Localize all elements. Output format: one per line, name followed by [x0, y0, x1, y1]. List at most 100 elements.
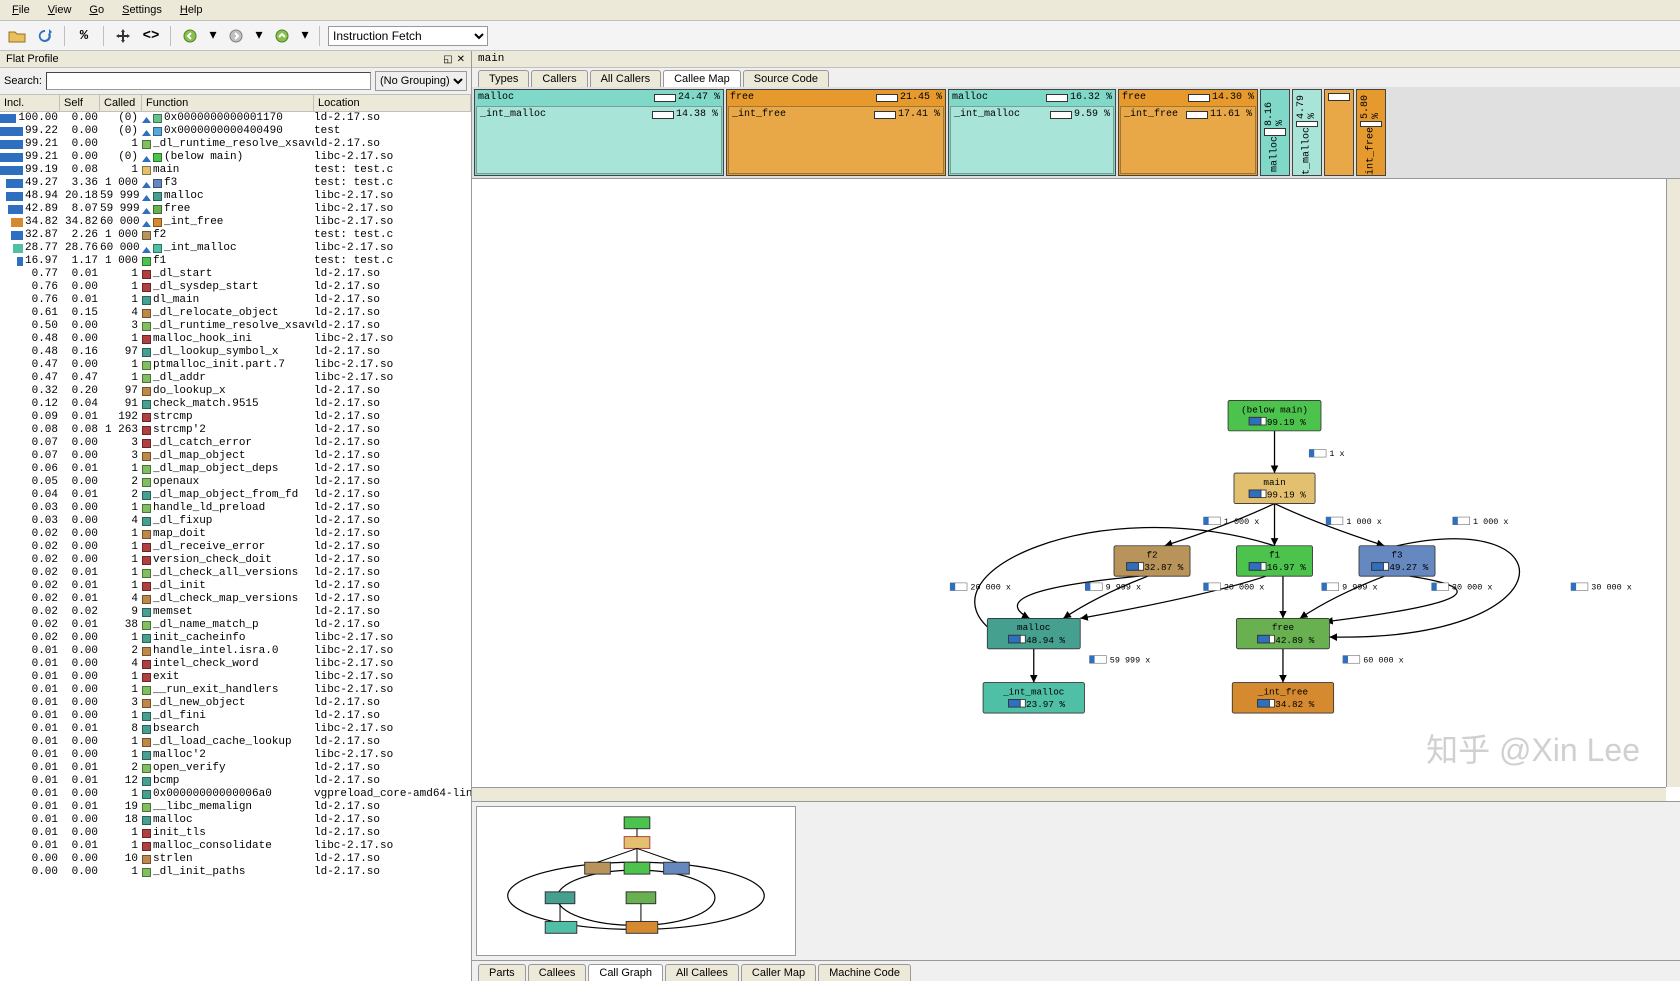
tab-parts[interactable]: Parts — [478, 964, 526, 981]
table-row[interactable]: 0.020.001_dl_receive_errorld-2.17.so — [0, 541, 471, 554]
scrollbar-horizontal[interactable] — [472, 787, 1666, 801]
menu-file[interactable]: File — [4, 2, 38, 18]
table-row[interactable]: 0.080.081 263strcmp'2ld-2.17.so — [0, 424, 471, 437]
table-row[interactable]: 34.8234.8260 000_int_freelibc-2.17.so — [0, 216, 471, 229]
menu-settings[interactable]: Settings — [114, 2, 170, 18]
up-icon[interactable] — [271, 25, 293, 47]
table-row[interactable]: 0.010.001_dl_finild-2.17.so — [0, 710, 471, 723]
col-self[interactable]: Self — [60, 95, 100, 111]
menu-view[interactable]: View — [40, 2, 80, 18]
treemap-cell[interactable]: _int_free5.80 % — [1356, 89, 1386, 176]
table-row[interactable]: 100.000.00(0)0x0000000000001170ld-2.17.s… — [0, 112, 471, 125]
table-row[interactable]: 0.010.0119__libc_memalignld-2.17.so — [0, 801, 471, 814]
table-row[interactable]: 0.040.012_dl_map_object_from_fdld-2.17.s… — [0, 489, 471, 502]
table-row[interactable]: 42.898.0759 999freelibc-2.17.so — [0, 203, 471, 216]
col-func[interactable]: Function — [142, 95, 314, 111]
graph-node-intf[interactable]: _int_free34.82 % — [1232, 683, 1333, 713]
table-row[interactable]: 0.010.001init_tlsld-2.17.so — [0, 827, 471, 840]
back-icon[interactable] — [179, 25, 201, 47]
treemap-cell[interactable]: free14.30 %_int_free11.61 % — [1118, 89, 1258, 176]
treemap-cell[interactable]: malloc16.32 %_int_malloc9.59 % — [948, 89, 1116, 176]
table-row[interactable]: 0.010.0018mallocld-2.17.so — [0, 814, 471, 827]
back-dropdown-icon[interactable]: ▾ — [207, 25, 219, 47]
tab-callee-map[interactable]: Callee Map — [663, 70, 741, 87]
graph-node-f1[interactable]: f116.97 % — [1237, 546, 1313, 576]
table-row[interactable]: 0.120.0491check_match.9515ld-2.17.so — [0, 398, 471, 411]
table-row[interactable]: 0.480.1697_dl_lookup_symbol_xld-2.17.so — [0, 346, 471, 359]
table-row[interactable]: 0.020.0138_dl_name_match_pld-2.17.so — [0, 619, 471, 632]
treemap-cell[interactable] — [1324, 89, 1354, 176]
table-row[interactable]: 0.050.002openauxld-2.17.so — [0, 476, 471, 489]
undock-icon[interactable]: ◱ — [443, 54, 452, 65]
table-row[interactable]: 0.760.011dl_mainld-2.17.so — [0, 294, 471, 307]
table-row[interactable]: 0.070.003_dl_map_objectld-2.17.so — [0, 450, 471, 463]
scrollbar-vertical[interactable] — [1666, 179, 1680, 787]
tab-caller-map[interactable]: Caller Map — [741, 964, 816, 981]
graph-node-malloc[interactable]: malloc48.94 % — [987, 618, 1080, 648]
search-input[interactable] — [46, 72, 371, 90]
table-row[interactable]: 0.010.003_dl_new_objectld-2.17.so — [0, 697, 471, 710]
table-row[interactable]: 0.070.003_dl_catch_errorld-2.17.so — [0, 437, 471, 450]
close-pane-icon[interactable]: ✕ — [457, 54, 465, 65]
move-icon[interactable] — [112, 25, 134, 47]
forward-dropdown-icon[interactable]: ▾ — [253, 25, 265, 47]
table-body[interactable]: 100.000.00(0)0x0000000000001170ld-2.17.s… — [0, 112, 471, 981]
table-row[interactable]: 16.971.171 000f1test: test.c — [0, 255, 471, 268]
table-row[interactable]: 0.010.004intel_check_wordlibc-2.17.so — [0, 658, 471, 671]
table-row[interactable]: 99.210.001_dl_runtime_resolve_xsaveld-2.… — [0, 138, 471, 151]
table-row[interactable]: 0.470.001ptmalloc_init.part.7libc-2.17.s… — [0, 359, 471, 372]
table-row[interactable]: 0.010.018bsearchlibc-2.17.so — [0, 723, 471, 736]
tab-callees[interactable]: Callees — [528, 964, 587, 981]
grouping-combo[interactable]: (No Grouping) — [375, 71, 467, 91]
graph-node-intm[interactable]: _int_malloc23.97 % — [983, 683, 1084, 713]
table-row[interactable]: 0.020.001version_check_doitld-2.17.so — [0, 554, 471, 567]
menu-help[interactable]: Help — [172, 2, 211, 18]
table-row[interactable]: 28.7728.7660 000_int_malloclibc-2.17.so — [0, 242, 471, 255]
table-row[interactable]: 0.010.002handle_intel.isra.0libc-2.17.so — [0, 645, 471, 658]
tab-all-callers[interactable]: All Callers — [590, 70, 662, 87]
tab-callers[interactable]: Callers — [531, 70, 587, 87]
table-row[interactable]: 99.220.00(0)0x0000000000400490test — [0, 125, 471, 138]
table-row[interactable]: 0.030.001handle_ld_preloadld-2.17.so — [0, 502, 471, 515]
call-graph-area[interactable]: (below main)99.19 % main99.19 % f232.87 % f… — [472, 179, 1680, 802]
table-row[interactable]: 0.060.011_dl_map_object_depsld-2.17.so — [0, 463, 471, 476]
table-row[interactable]: 0.020.001init_cacheinfolibc-2.17.so — [0, 632, 471, 645]
table-row[interactable]: 0.320.2097do_lookup_xld-2.17.so — [0, 385, 471, 398]
table-row[interactable]: 0.010.001__run_exit_handlerslibc-2.17.so — [0, 684, 471, 697]
table-row[interactable]: 0.010.0010x00000000000006a0vgpreload_cor… — [0, 788, 471, 801]
table-row[interactable]: 0.610.154_dl_relocate_objectld-2.17.so — [0, 307, 471, 320]
table-row[interactable]: 0.010.0112bcmpld-2.17.so — [0, 775, 471, 788]
reload-icon[interactable] — [34, 25, 56, 47]
table-row[interactable]: 0.020.029memsetld-2.17.so — [0, 606, 471, 619]
table-row[interactable]: 0.000.0010strlenld-2.17.so — [0, 853, 471, 866]
table-row[interactable]: 99.210.00(0)(below main)libc-2.17.so — [0, 151, 471, 164]
table-row[interactable]: 0.470.471_dl_addrlibc-2.17.so — [0, 372, 471, 385]
col-incl[interactable]: Incl. — [0, 95, 60, 111]
open-icon[interactable] — [6, 25, 28, 47]
table-row[interactable]: 0.020.014_dl_check_map_versionsld-2.17.s… — [0, 593, 471, 606]
graph-node-bm[interactable]: (below main)99.19 % — [1228, 400, 1321, 430]
forward-icon[interactable] — [225, 25, 247, 47]
treemap-cell[interactable]: free21.45 %_int_free17.41 % — [726, 89, 946, 176]
graph-node-free[interactable]: free42.89 % — [1237, 618, 1330, 648]
up-dropdown-icon[interactable]: ▾ — [299, 25, 311, 47]
minimap[interactable] — [476, 806, 796, 956]
graph-node-f2[interactable]: f232.87 % — [1114, 546, 1190, 576]
callee-map[interactable]: malloc24.47 %_int_malloc14.38 %free21.45… — [472, 87, 1680, 179]
col-called[interactable]: Called — [100, 95, 142, 111]
tag-icon[interactable]: <> — [140, 25, 162, 47]
table-row[interactable]: 0.020.011_dl_initld-2.17.so — [0, 580, 471, 593]
col-loc[interactable]: Location — [314, 95, 471, 111]
menu-go[interactable]: Go — [81, 2, 112, 18]
treemap-cell[interactable]: malloc8.16 % — [1260, 89, 1290, 176]
table-row[interactable]: 0.010.001malloc'2libc-2.17.so — [0, 749, 471, 762]
graph-node-main[interactable]: main99.19 % — [1234, 473, 1315, 503]
table-row[interactable]: 32.872.261 000f2test: test.c — [0, 229, 471, 242]
table-row[interactable]: 0.480.001malloc_hook_inilibc-2.17.so — [0, 333, 471, 346]
percent-icon[interactable]: % — [73, 25, 95, 47]
table-row[interactable]: 0.000.001_dl_init_pathsld-2.17.so — [0, 866, 471, 879]
table-row[interactable]: 0.020.001map_doitld-2.17.so — [0, 528, 471, 541]
tab-call-graph[interactable]: Call Graph — [588, 964, 663, 981]
table-row[interactable]: 0.030.004_dl_fixupld-2.17.so — [0, 515, 471, 528]
table-row[interactable]: 0.010.001exitlibc-2.17.so — [0, 671, 471, 684]
